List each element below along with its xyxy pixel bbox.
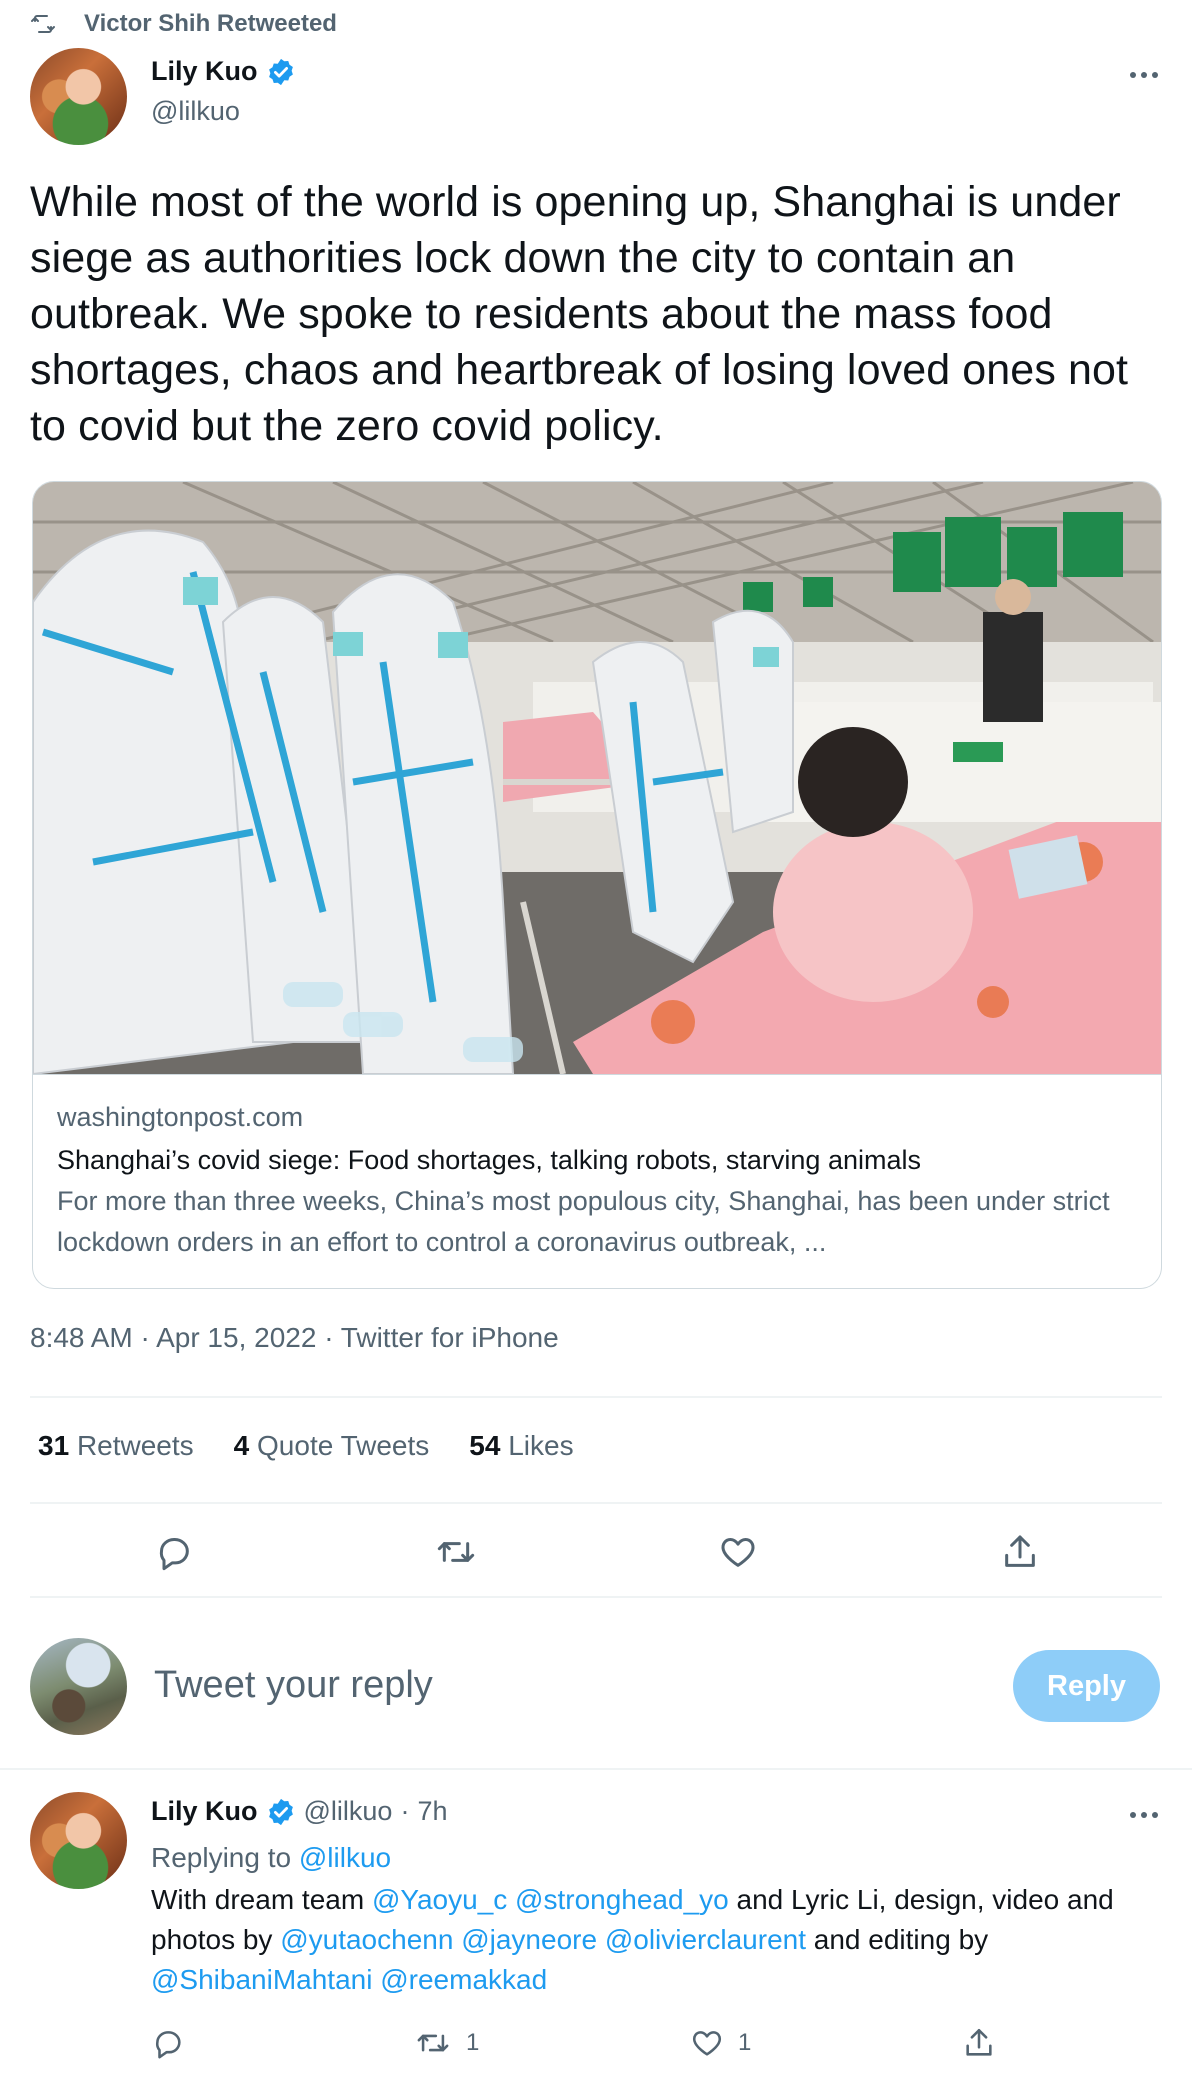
retweeted-by-label: Victor Shih Retweeted — [84, 10, 337, 37]
retweet-context[interactable]: Victor Shih Retweeted — [30, 6, 337, 42]
author-avatar[interactable] — [30, 48, 127, 145]
reply-tweet-text: With dream team @Yaoyu_c @stronghead_yo … — [151, 1880, 1171, 2000]
mention-link[interactable]: @jayneore — [461, 1924, 597, 1955]
author-name[interactable]: Lily Kuo — [151, 56, 258, 87]
like-heart-icon[interactable] — [716, 1530, 760, 1574]
mention-link[interactable]: @Yaoyu_c — [372, 1884, 507, 1915]
reply-text-space — [507, 1884, 515, 1915]
divider — [30, 1396, 1162, 1398]
reply-icon — [151, 2026, 185, 2060]
card-domain: washingtonpost.com — [57, 1102, 304, 1132]
like-count: 1 — [738, 2029, 752, 2056]
quote-tweets-count: 4 — [233, 1430, 250, 1461]
retweet-count: 1 — [466, 2029, 480, 2056]
card-title: Shanghai’s covid siege: Food shortages, … — [57, 1145, 921, 1175]
reply-input[interactable]: Tweet your reply — [154, 1664, 433, 1707]
card-body: washingtonpost.com Shanghai’s covid sieg… — [33, 1074, 1161, 1288]
engagement-stats: 31 Retweets 4 Quote Tweets 54 Likes — [38, 1430, 574, 1462]
likes-count: 54 — [469, 1430, 501, 1461]
retweets-count: 31 — [38, 1430, 70, 1461]
retweets-label: Retweets — [76, 1430, 194, 1461]
reply-icon[interactable] — [152, 1530, 196, 1574]
replying-to-mention[interactable]: @lilkuo — [299, 1842, 391, 1873]
reply-author-header: Lily Kuo @lilkuo · 7h — [151, 1796, 447, 1827]
tweet-timestamp[interactable]: 8:48 AM · Apr 15, 2022 · Twitter for iPh… — [30, 1322, 559, 1354]
reply-action-retweet[interactable]: 1 — [414, 2026, 479, 2060]
replying-to-line: Replying to @lilkuo — [151, 1838, 391, 1878]
quote-tweets-label: Quote Tweets — [257, 1430, 430, 1461]
divider — [30, 1502, 1162, 1504]
verified-badge-icon — [266, 57, 296, 87]
like-heart-icon — [690, 2026, 724, 2060]
share-icon[interactable] — [998, 1530, 1042, 1574]
likes-label: Likes — [508, 1430, 574, 1461]
current-user-avatar[interactable] — [30, 1638, 127, 1735]
replying-to-prefix: Replying to — [151, 1842, 292, 1873]
reply-text-part: and editing by — [806, 1924, 989, 1955]
mention-link[interactable]: @olivierclaurent — [605, 1924, 806, 1955]
divider — [0, 1768, 1192, 1770]
divider — [30, 1596, 1162, 1598]
tweet-text: While most of the world is opening up, S… — [30, 178, 1129, 450]
reply-action-like[interactable]: 1 — [690, 2026, 751, 2060]
reply-text-space — [597, 1924, 605, 1955]
reply-author-handle[interactable]: @lilkuo — [304, 1796, 393, 1827]
reply-author-avatar[interactable] — [30, 1792, 127, 1889]
retweet-icon[interactable] — [434, 1530, 478, 1574]
reply-time[interactable]: 7h — [417, 1796, 447, 1827]
reply-button[interactable]: Reply — [1013, 1650, 1160, 1722]
reply-action-reply[interactable] — [151, 2026, 199, 2060]
author-header: Lily Kuo — [151, 56, 296, 87]
likes-stat[interactable]: 54 Likes — [469, 1430, 573, 1462]
separator-dot: · — [400, 1796, 410, 1826]
share-icon[interactable] — [962, 2026, 996, 2060]
reply-text-part: With dream team — [151, 1884, 372, 1915]
author-handle[interactable]: @lilkuo — [151, 96, 240, 127]
card-image — [33, 482, 1161, 1074]
reply-author-name[interactable]: Lily Kuo — [151, 1796, 258, 1827]
retweets-stat[interactable]: 31 Retweets — [38, 1430, 194, 1462]
link-preview-card[interactable]: washingtonpost.com Shanghai’s covid sieg… — [32, 481, 1162, 1289]
quote-tweets-stat[interactable]: 4 Quote Tweets — [234, 1430, 430, 1462]
mention-link[interactable]: @stronghead_yo — [515, 1884, 729, 1915]
mention-link[interactable]: @reemakkad — [380, 1964, 547, 1995]
card-description: For more than three weeks, China’s most … — [57, 1186, 1110, 1257]
more-options-icon[interactable] — [1124, 1800, 1164, 1830]
retweet-icon — [414, 2026, 452, 2060]
verified-badge-icon — [266, 1797, 296, 1827]
more-options-icon[interactable] — [1124, 60, 1164, 90]
retweet-icon — [30, 12, 56, 36]
mention-link[interactable]: @ShibaniMahtani — [151, 1964, 372, 1995]
mention-link[interactable]: @yutaochenn — [280, 1924, 453, 1955]
